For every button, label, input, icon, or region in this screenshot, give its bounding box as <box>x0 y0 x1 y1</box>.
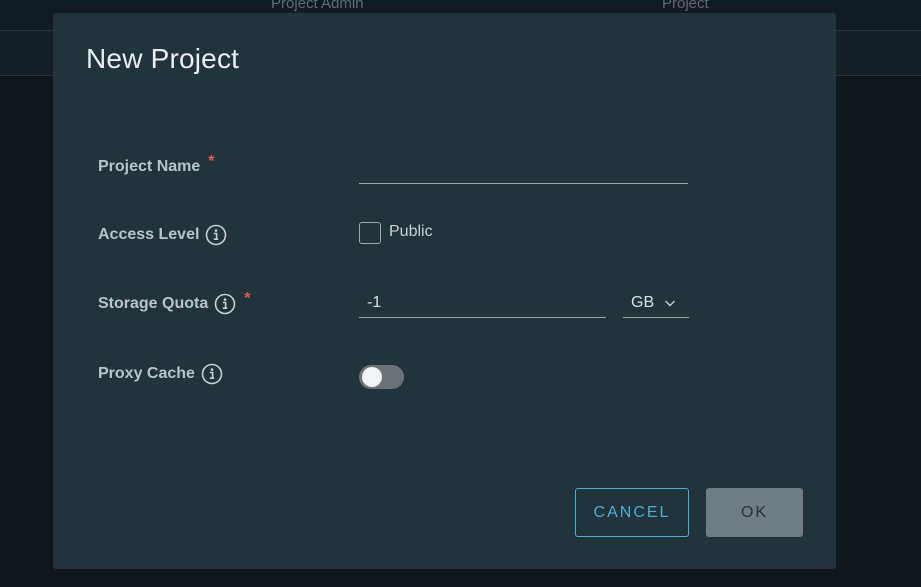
storage-unit-select[interactable]: GB <box>623 288 689 318</box>
background-column-project-admin: Project Admin <box>271 0 364 12</box>
public-checkbox[interactable] <box>359 222 381 244</box>
access-level-label: Access Level <box>98 223 227 247</box>
dialog-title: New Project <box>86 43 240 74</box>
required-mark: * <box>208 153 215 170</box>
project-name-input[interactable] <box>359 155 688 184</box>
proxy-cache-label: Proxy Cache <box>98 362 223 386</box>
project-name-row: Project Name * <box>98 153 798 185</box>
storage-quota-label: Storage Quota * <box>98 290 251 316</box>
public-checkbox-label[interactable]: Public <box>389 221 433 243</box>
info-icon[interactable] <box>214 293 236 315</box>
new-project-dialog: New Project Project Name * Access Level … <box>53 13 836 569</box>
background-column-project: Project <box>662 0 709 12</box>
proxy-cache-row: Proxy Cache <box>98 362 798 392</box>
info-icon[interactable] <box>205 224 227 246</box>
access-level-row: Access Level Public <box>98 221 798 253</box>
cancel-button[interactable]: CANCEL <box>575 488 689 537</box>
required-mark: * <box>244 290 251 307</box>
ok-button[interactable]: OK <box>706 488 803 537</box>
info-icon[interactable] <box>201 363 223 385</box>
storage-unit-value: GB <box>631 293 655 311</box>
storage-quota-row: Storage Quota * GB <box>98 288 798 322</box>
toggle-knob <box>362 367 382 387</box>
proxy-cache-toggle[interactable] <box>359 365 404 389</box>
project-name-label: Project Name * <box>98 153 215 175</box>
chevron-down-icon <box>664 297 676 309</box>
storage-quota-input[interactable] <box>359 288 606 318</box>
